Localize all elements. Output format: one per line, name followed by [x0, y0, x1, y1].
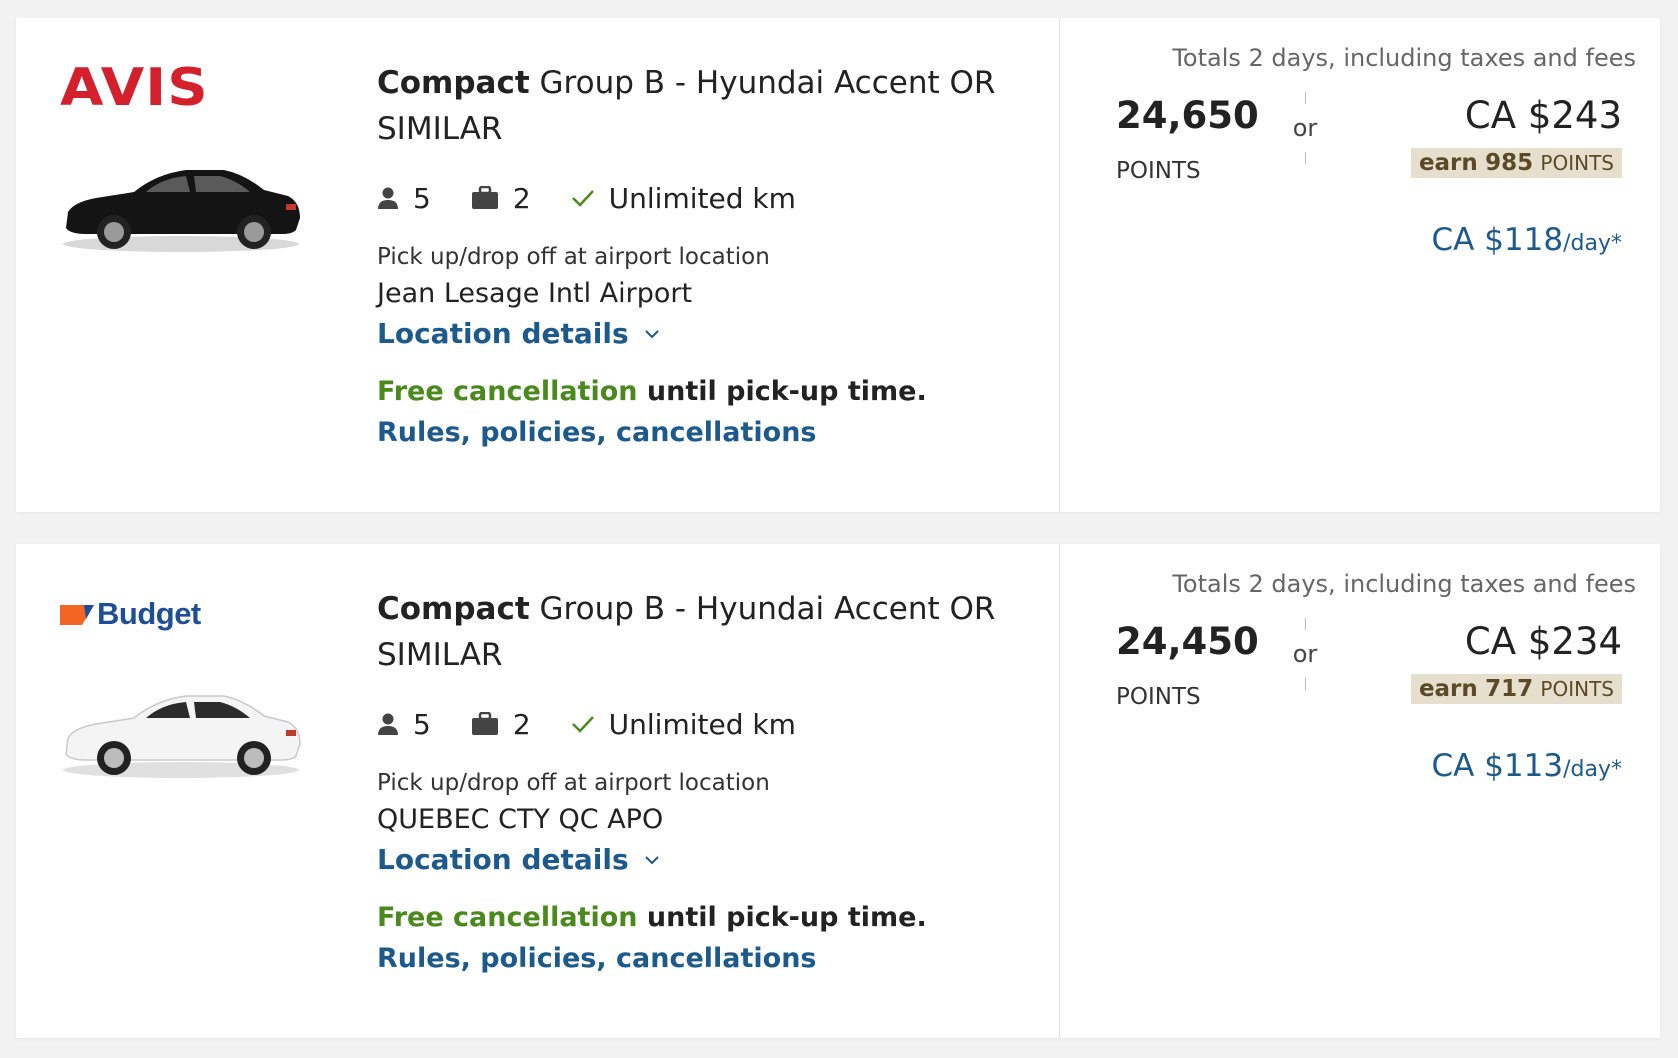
earn-label: earn: [1418, 676, 1478, 702]
or-separator: or: [1285, 92, 1325, 164]
passenger-value: 5: [413, 181, 431, 215]
passenger-count: 5: [377, 182, 431, 215]
pickup-label: Pick up/drop off at airport location: [377, 244, 770, 270]
car-features: 5 2 Unlimited km: [377, 178, 1037, 218]
mileage-value: Unlimited km: [608, 707, 796, 741]
person-icon: [378, 187, 398, 209]
cancellation-policy: Free cancellation until pick-up time.: [377, 376, 1037, 407]
location-details-label: Location details: [377, 843, 629, 876]
per-day-price: CA $118/day*: [1432, 222, 1623, 258]
per-day-value: CA $118: [1431, 222, 1564, 258]
totals-note: Totals 2 days, including taxes and fees: [1172, 44, 1636, 72]
brand-logo: AVIS: [60, 58, 310, 118]
bag-count: 2: [471, 182, 531, 215]
location-details-link[interactable]: Location details: [377, 317, 1037, 350]
rental-card[interactable]: Budget Compact Group B - Hyundai Accent …: [16, 544, 1660, 1038]
earn-points-value: 985: [1485, 150, 1534, 176]
person-icon: [378, 713, 398, 735]
car-details: Compact Group B - Hyundai Accent OR SIMI…: [377, 60, 1037, 448]
car-features: 5 2 Unlimited km: [377, 704, 1037, 744]
location-details-label: Location details: [377, 317, 629, 350]
bag-value: 2: [512, 707, 531, 741]
totals-note: Totals 2 days, including taxes and fees: [1172, 570, 1636, 598]
budget-wordmark: Budget: [97, 596, 201, 631]
cancellation-condition: until pick-up time.: [637, 376, 927, 407]
earn-points-unit: POINTS: [1540, 677, 1614, 701]
car-class: Compact: [377, 591, 530, 627]
location-details-link[interactable]: Location details: [377, 843, 1037, 876]
passenger-value: 5: [413, 707, 431, 741]
checkmark-icon: [571, 190, 594, 207]
mileage: Unlimited km: [571, 708, 796, 741]
points-label: POINTS: [1116, 158, 1201, 184]
suitcase-icon: [471, 186, 498, 209]
rental-card[interactable]: AVIS Compact Group B - Hyundai Accent OR…: [16, 18, 1660, 512]
budget-logo: Budget: [60, 584, 310, 644]
cash-price: CA $243: [1464, 94, 1622, 137]
rules-policies-link[interactable]: Rules, policies, cancellations: [377, 943, 1037, 974]
suitcase-icon: [471, 712, 498, 735]
or-separator: or: [1285, 618, 1325, 690]
cash-price: CA $234: [1464, 620, 1622, 663]
car-image: [63, 695, 301, 778]
car-title: Compact Group B - Hyundai Accent OR SIMI…: [377, 60, 1037, 152]
per-day-unit: /day*: [1563, 231, 1622, 256]
price-panel: Totals 2 days, including taxes and fees …: [1060, 18, 1660, 512]
mileage: Unlimited km: [571, 182, 796, 215]
price-panel: Totals 2 days, including taxes and fees …: [1060, 544, 1660, 1038]
earn-label: earn: [1418, 150, 1478, 176]
per-day-value: CA $113: [1431, 748, 1564, 784]
pickup-location-name: QUEBEC CTY QC APO: [377, 804, 664, 835]
car-title: Compact Group B - Hyundai Accent OR SIMI…: [377, 586, 1037, 678]
avis-logo: AVIS: [60, 58, 209, 118]
earn-points-unit: POINTS: [1540, 151, 1614, 175]
per-day-unit: /day*: [1563, 757, 1622, 782]
points-label: POINTS: [1116, 684, 1201, 710]
bag-count: 2: [471, 708, 531, 741]
cancellation-condition: until pick-up time.: [637, 902, 927, 933]
pickup-label: Pick up/drop off at airport location: [377, 770, 770, 796]
chevron-down-icon: [644, 855, 659, 864]
car-class: Compact: [377, 65, 530, 101]
pickup-location-name: Jean Lesage Intl Airport: [377, 278, 693, 309]
passenger-count: 5: [377, 708, 431, 741]
budget-mark-icon: [60, 605, 94, 625]
points-price: 24,650: [1116, 94, 1259, 137]
earn-points-badge: earn 717 POINTS: [1410, 674, 1622, 704]
bag-value: 2: [512, 181, 531, 215]
mileage-value: Unlimited km: [608, 181, 796, 215]
rules-policies-link[interactable]: Rules, policies, cancellations: [377, 417, 1037, 448]
free-cancellation: Free cancellation: [377, 902, 638, 933]
car-image: [63, 170, 300, 252]
brand-logo: Budget: [60, 584, 310, 644]
per-day-price: CA $113/day*: [1432, 748, 1623, 784]
earn-points-value: 717: [1485, 676, 1534, 702]
free-cancellation: Free cancellation: [377, 376, 638, 407]
checkmark-icon: [571, 716, 594, 733]
cancellation-policy: Free cancellation until pick-up time.: [377, 902, 1037, 933]
points-price: 24,450: [1116, 620, 1259, 663]
car-details: Compact Group B - Hyundai Accent OR SIMI…: [377, 586, 1037, 974]
rental-results-list: AVIS Compact Group B - Hyundai Accent OR…: [0, 0, 1678, 1058]
or-label: or: [1292, 640, 1318, 668]
or-label: or: [1292, 114, 1318, 142]
chevron-down-icon: [644, 329, 659, 338]
earn-points-badge: earn 985 POINTS: [1410, 148, 1622, 178]
